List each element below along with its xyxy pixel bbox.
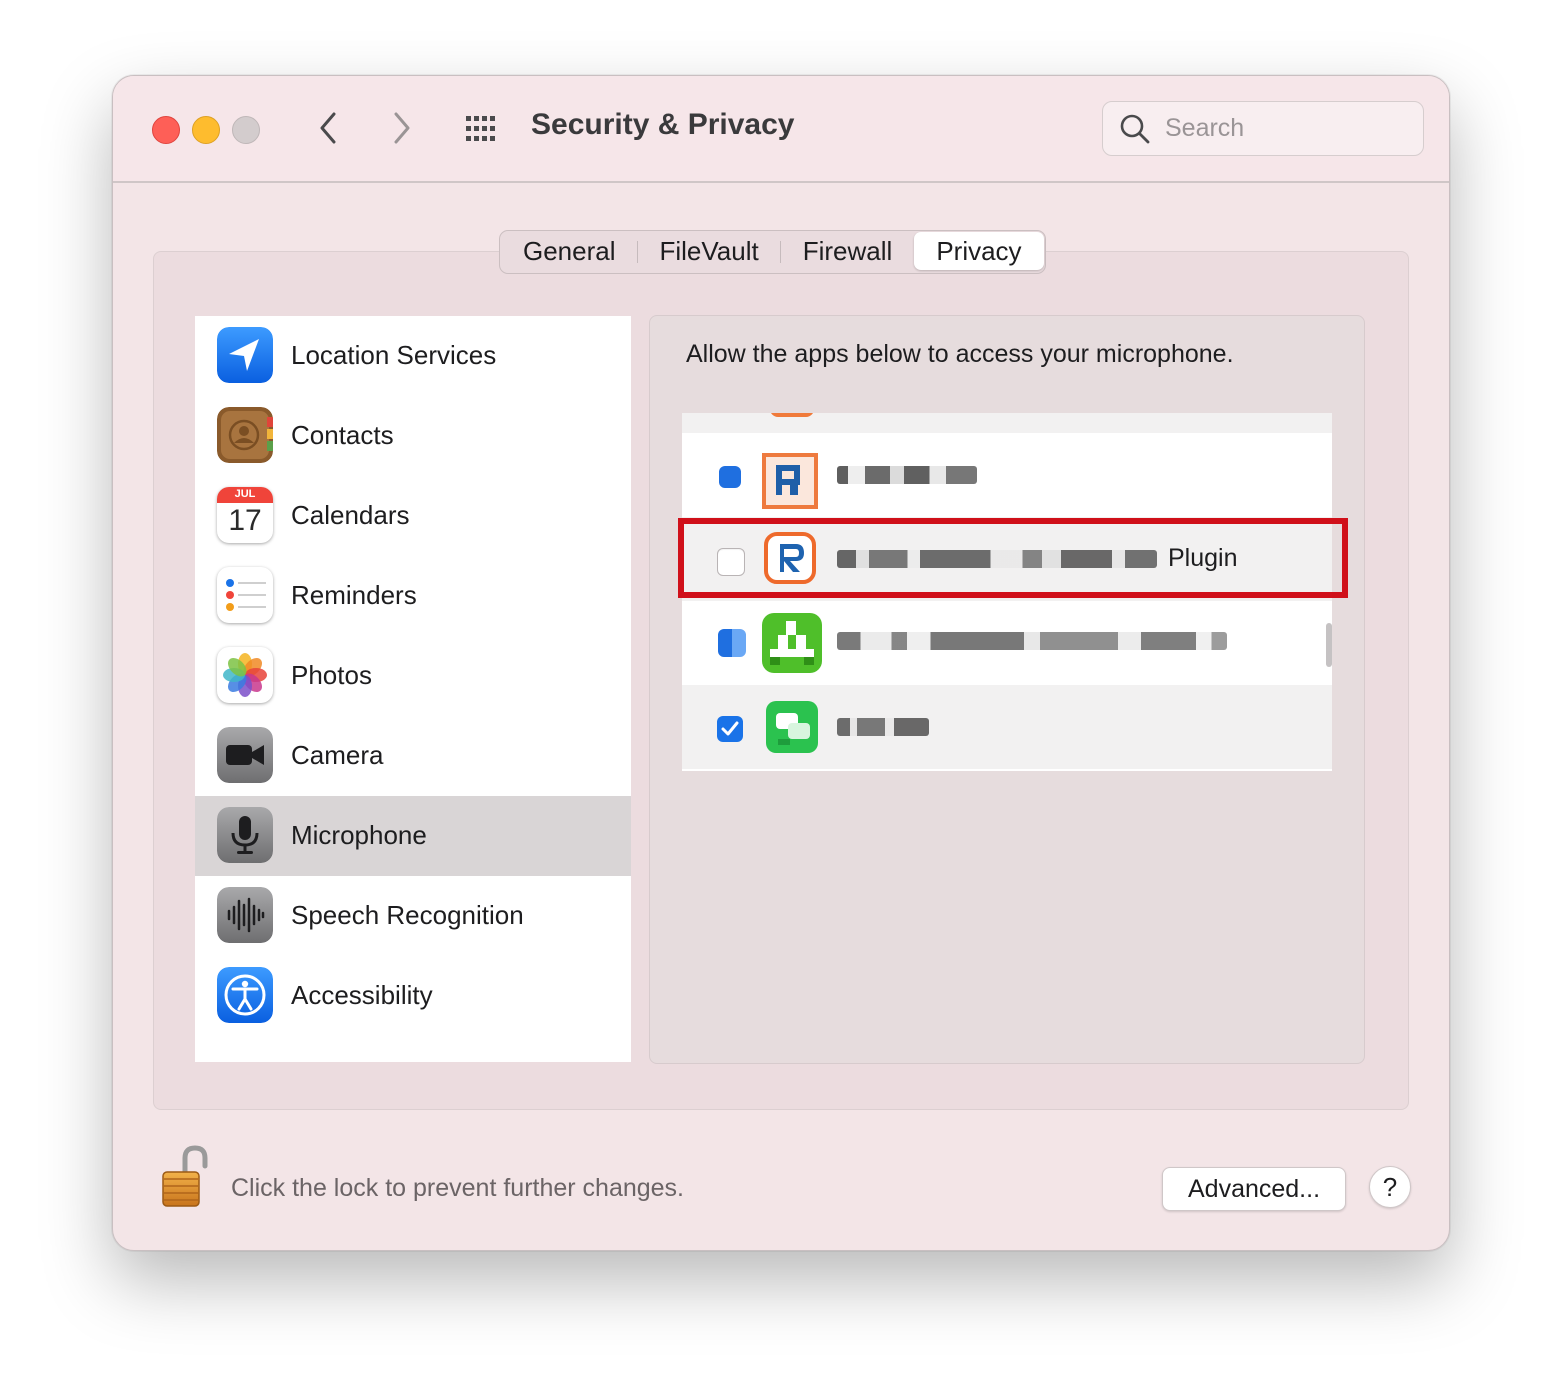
reminders-icon — [217, 567, 273, 623]
video-camera-icon — [217, 727, 273, 783]
advanced-button[interactable]: Advanced... — [1162, 1167, 1346, 1211]
sidebar-item-camera[interactable]: Camera — [195, 716, 631, 796]
tab-firewall[interactable]: Firewall — [781, 232, 915, 270]
list-item[interactable] — [682, 601, 1332, 685]
app-checkbox[interactable] — [718, 629, 746, 657]
lock-status-text: Click the lock to prevent further change… — [231, 1174, 685, 1202]
app-name-redacted — [837, 718, 929, 736]
sidebar-item-photos[interactable]: Photos — [195, 636, 631, 716]
contacts-icon — [217, 407, 273, 463]
red-highlight-box — [678, 518, 1348, 598]
app-name-redacted — [837, 632, 1227, 650]
green-chat-app-icon — [766, 701, 818, 753]
zoom-window-button[interactable] — [232, 116, 260, 144]
sidebar-item-label: Location Services — [291, 340, 497, 370]
tab-bar: General FileVault Firewall Privacy — [499, 230, 1046, 274]
waveform-icon — [217, 887, 273, 943]
microphone-icon — [217, 807, 273, 863]
sidebar-item-speech-recognition[interactable]: Speech Recognition — [195, 876, 631, 956]
sidebar-item-label: Photos — [291, 660, 372, 690]
list-item[interactable] — [682, 433, 1332, 517]
calendar-icon: JUL 17 — [217, 487, 273, 543]
tab-filevault[interactable]: FileVault — [638, 232, 781, 270]
calendar-day-text: 17 — [228, 504, 262, 537]
search-input[interactable] — [1163, 102, 1412, 155]
sidebar-item-reminders[interactable]: Reminders — [195, 556, 631, 636]
minimize-window-button[interactable] — [192, 116, 220, 144]
sidebar-item-contacts[interactable]: Contacts — [195, 396, 631, 476]
tab-privacy[interactable]: Privacy — [914, 232, 1044, 270]
calendar-month-text: JUL — [234, 488, 256, 500]
help-button[interactable]: ? — [1369, 1166, 1411, 1208]
photos-icon — [217, 647, 273, 703]
accessibility-icon — [217, 967, 273, 1023]
tab-general[interactable]: General — [501, 232, 638, 270]
search-icon — [1120, 114, 1150, 144]
sidebar-item-accessibility[interactable]: Accessibility — [195, 956, 631, 1036]
location-arrow-icon — [217, 327, 273, 383]
sidebar-item-microphone[interactable]: Microphone — [195, 796, 631, 876]
sidebar-item-location-services[interactable]: Location Services — [195, 316, 631, 396]
list-scrollbar[interactable] — [1326, 623, 1332, 667]
app-checkbox[interactable] — [719, 466, 741, 488]
unlocked-lock-icon[interactable] — [159, 1144, 209, 1210]
app-icon-partial — [770, 413, 814, 417]
sidebar-item-label: Camera — [291, 740, 384, 770]
close-window-button[interactable] — [152, 116, 180, 144]
pixelated-app-icon — [762, 453, 818, 509]
preferences-window: Security & Privacy General FileVault Fir… — [112, 75, 1450, 1251]
sidebar-item-label: Calendars — [291, 500, 410, 530]
sidebar-item-label: Speech Recognition — [291, 900, 524, 930]
search-field[interactable] — [1102, 101, 1424, 156]
privacy-category-list: Location Services Contacts JUL 17 Calend… — [195, 316, 631, 1062]
checkmark-icon — [721, 721, 739, 736]
apps-panel: Allow the apps below to access your micr… — [649, 315, 1365, 1064]
sidebar-item-calendars[interactable]: JUL 17 Calendars — [195, 476, 631, 556]
sidebar-item-label: Microphone — [291, 820, 427, 850]
show-all-button[interactable] — [460, 110, 504, 150]
chevron-right-icon — [394, 112, 410, 144]
forward-button[interactable] — [380, 106, 424, 150]
chevron-left-icon — [320, 112, 336, 144]
sidebar-item-label: Accessibility — [291, 980, 433, 1010]
app-name-redacted — [837, 466, 977, 484]
back-button[interactable] — [306, 106, 350, 150]
sidebar-item-label: Reminders — [291, 580, 417, 610]
app-checkbox[interactable] — [717, 716, 743, 742]
sidebar-item-label: Contacts — [291, 420, 394, 450]
title-bar: Security & Privacy — [113, 76, 1449, 183]
apps-description: Allow the apps below to access your micr… — [686, 340, 1234, 368]
green-app-icon — [760, 611, 824, 675]
list-item[interactable] — [682, 413, 1332, 433]
list-item[interactable] — [682, 685, 1332, 769]
grid-icon — [466, 116, 495, 141]
window-title: Security & Privacy — [531, 108, 795, 141]
